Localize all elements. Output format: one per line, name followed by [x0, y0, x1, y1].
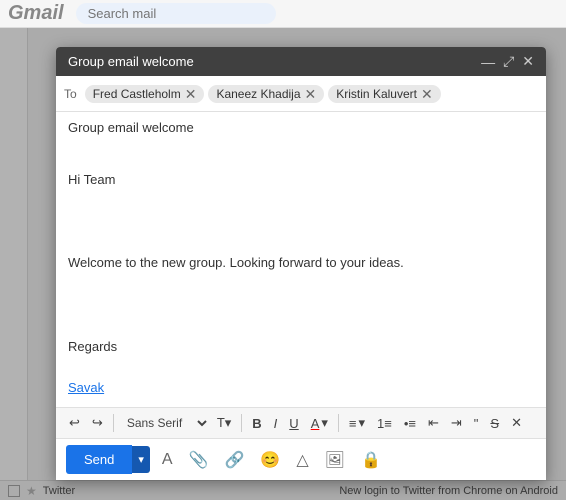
- font-size-button[interactable]: T▾: [212, 412, 236, 434]
- align-icon: ≡: [349, 416, 357, 431]
- indent-button[interactable]: ⇥: [446, 412, 467, 434]
- recipient-chip-kristin: Kristin Kaluvert ✕: [328, 85, 440, 103]
- remove-format-button[interactable]: ✕: [506, 412, 527, 434]
- text-color-button[interactable]: A▾: [306, 412, 333, 434]
- compose-modal: Group email welcome — ⤢ ✕ To Fred Castle…: [56, 47, 546, 480]
- attach-file-icon[interactable]: 📎: [185, 446, 213, 474]
- recipient-name: Fred Castleholm: [93, 87, 181, 101]
- bullet-list-icon: •≡: [404, 416, 416, 431]
- toolbar-separator-2: [241, 414, 242, 432]
- confidential-icon[interactable]: 🔒: [357, 446, 385, 474]
- emoji-icon[interactable]: 😊: [256, 446, 284, 474]
- numbered-list-button[interactable]: 1≡: [372, 413, 397, 434]
- search-input[interactable]: [76, 3, 276, 24]
- remove-format-icon: ✕: [511, 415, 522, 431]
- compose-header[interactable]: Group email welcome — ⤢ ✕: [56, 47, 546, 76]
- numbered-list-icon: 1≡: [377, 416, 392, 431]
- bullet-list-button[interactable]: •≡: [399, 413, 421, 434]
- formatting-toolbar: ↩ ↪ Sans Serif Serif Monospace T▾ B I U …: [56, 407, 546, 438]
- compose-text-area[interactable]: Hi Team Welcome to the new group. Lookin…: [68, 149, 534, 399]
- font-family-select[interactable]: Sans Serif Serif Monospace: [119, 413, 210, 433]
- align-button[interactable]: ≡▾: [344, 412, 370, 434]
- redo-button[interactable]: ↪: [87, 412, 108, 434]
- outdent-button[interactable]: ⇤: [423, 412, 444, 434]
- close-icon[interactable]: ✕: [522, 53, 534, 70]
- strikethrough-icon: S: [490, 416, 499, 431]
- quote-icon: ": [474, 416, 479, 431]
- compose-body-area[interactable]: Group email welcome Hi Team Welcome to t…: [56, 112, 546, 407]
- bold-button[interactable]: B: [247, 413, 266, 434]
- indent-icon: ⇥: [451, 415, 462, 431]
- gmail-logo: Gmail: [8, 2, 64, 25]
- gmail-topbar: Gmail: [0, 0, 566, 28]
- to-label: To: [64, 87, 77, 101]
- insert-link-icon[interactable]: 🔗: [221, 446, 249, 474]
- signature-link[interactable]: Savak: [68, 380, 104, 395]
- minimize-icon[interactable]: —: [481, 54, 495, 70]
- toolbar-separator-1: [113, 414, 114, 432]
- send-dropdown-button[interactable]: ▾: [132, 446, 150, 473]
- remove-recipient-kaneez[interactable]: ✕: [305, 87, 317, 101]
- remove-recipient-fred[interactable]: ✕: [185, 87, 197, 101]
- recipient-name: Kaneez Khadija: [216, 87, 300, 101]
- recipient-name: Kristin Kaluvert: [336, 87, 417, 101]
- formatting-options-icon[interactable]: A: [158, 447, 177, 473]
- recipient-chip-fred: Fred Castleholm ✕: [85, 85, 205, 103]
- remove-recipient-kristin[interactable]: ✕: [421, 87, 433, 101]
- strikethrough-button[interactable]: S: [485, 413, 504, 434]
- underline-button[interactable]: U: [284, 413, 303, 434]
- compose-actions-bar: Send ▾ A 📎 🔗 😊 △ 🖼 🔒: [56, 438, 546, 480]
- compose-to-row: To Fred Castleholm ✕ Kaneez Khadija ✕ Kr…: [56, 76, 546, 112]
- text-color-label: A: [311, 416, 320, 431]
- body-line5: Regards: [68, 339, 117, 354]
- recipient-chip-kaneez: Kaneez Khadija ✕: [208, 85, 324, 103]
- font-size-icon: T▾: [217, 415, 231, 431]
- compose-header-controls: — ⤢ ✕: [481, 53, 534, 70]
- undo-button[interactable]: ↩: [64, 412, 85, 434]
- drive-icon[interactable]: △: [292, 446, 312, 474]
- expand-icon[interactable]: ⤢: [503, 53, 514, 70]
- toolbar-separator-3: [338, 414, 339, 432]
- compose-subject: Group email welcome: [68, 120, 534, 139]
- outdent-icon: ⇤: [428, 415, 439, 431]
- italic-button[interactable]: I: [269, 413, 283, 434]
- quote-button[interactable]: ": [469, 413, 484, 434]
- insert-photo-icon[interactable]: 🖼: [321, 446, 349, 474]
- body-line1: Hi Team: [68, 172, 115, 187]
- send-button-group: Send ▾: [66, 445, 150, 474]
- send-button[interactable]: Send: [66, 445, 132, 474]
- compose-title: Group email welcome: [68, 54, 194, 69]
- body-line3: Welcome to the new group. Looking forwar…: [68, 255, 404, 270]
